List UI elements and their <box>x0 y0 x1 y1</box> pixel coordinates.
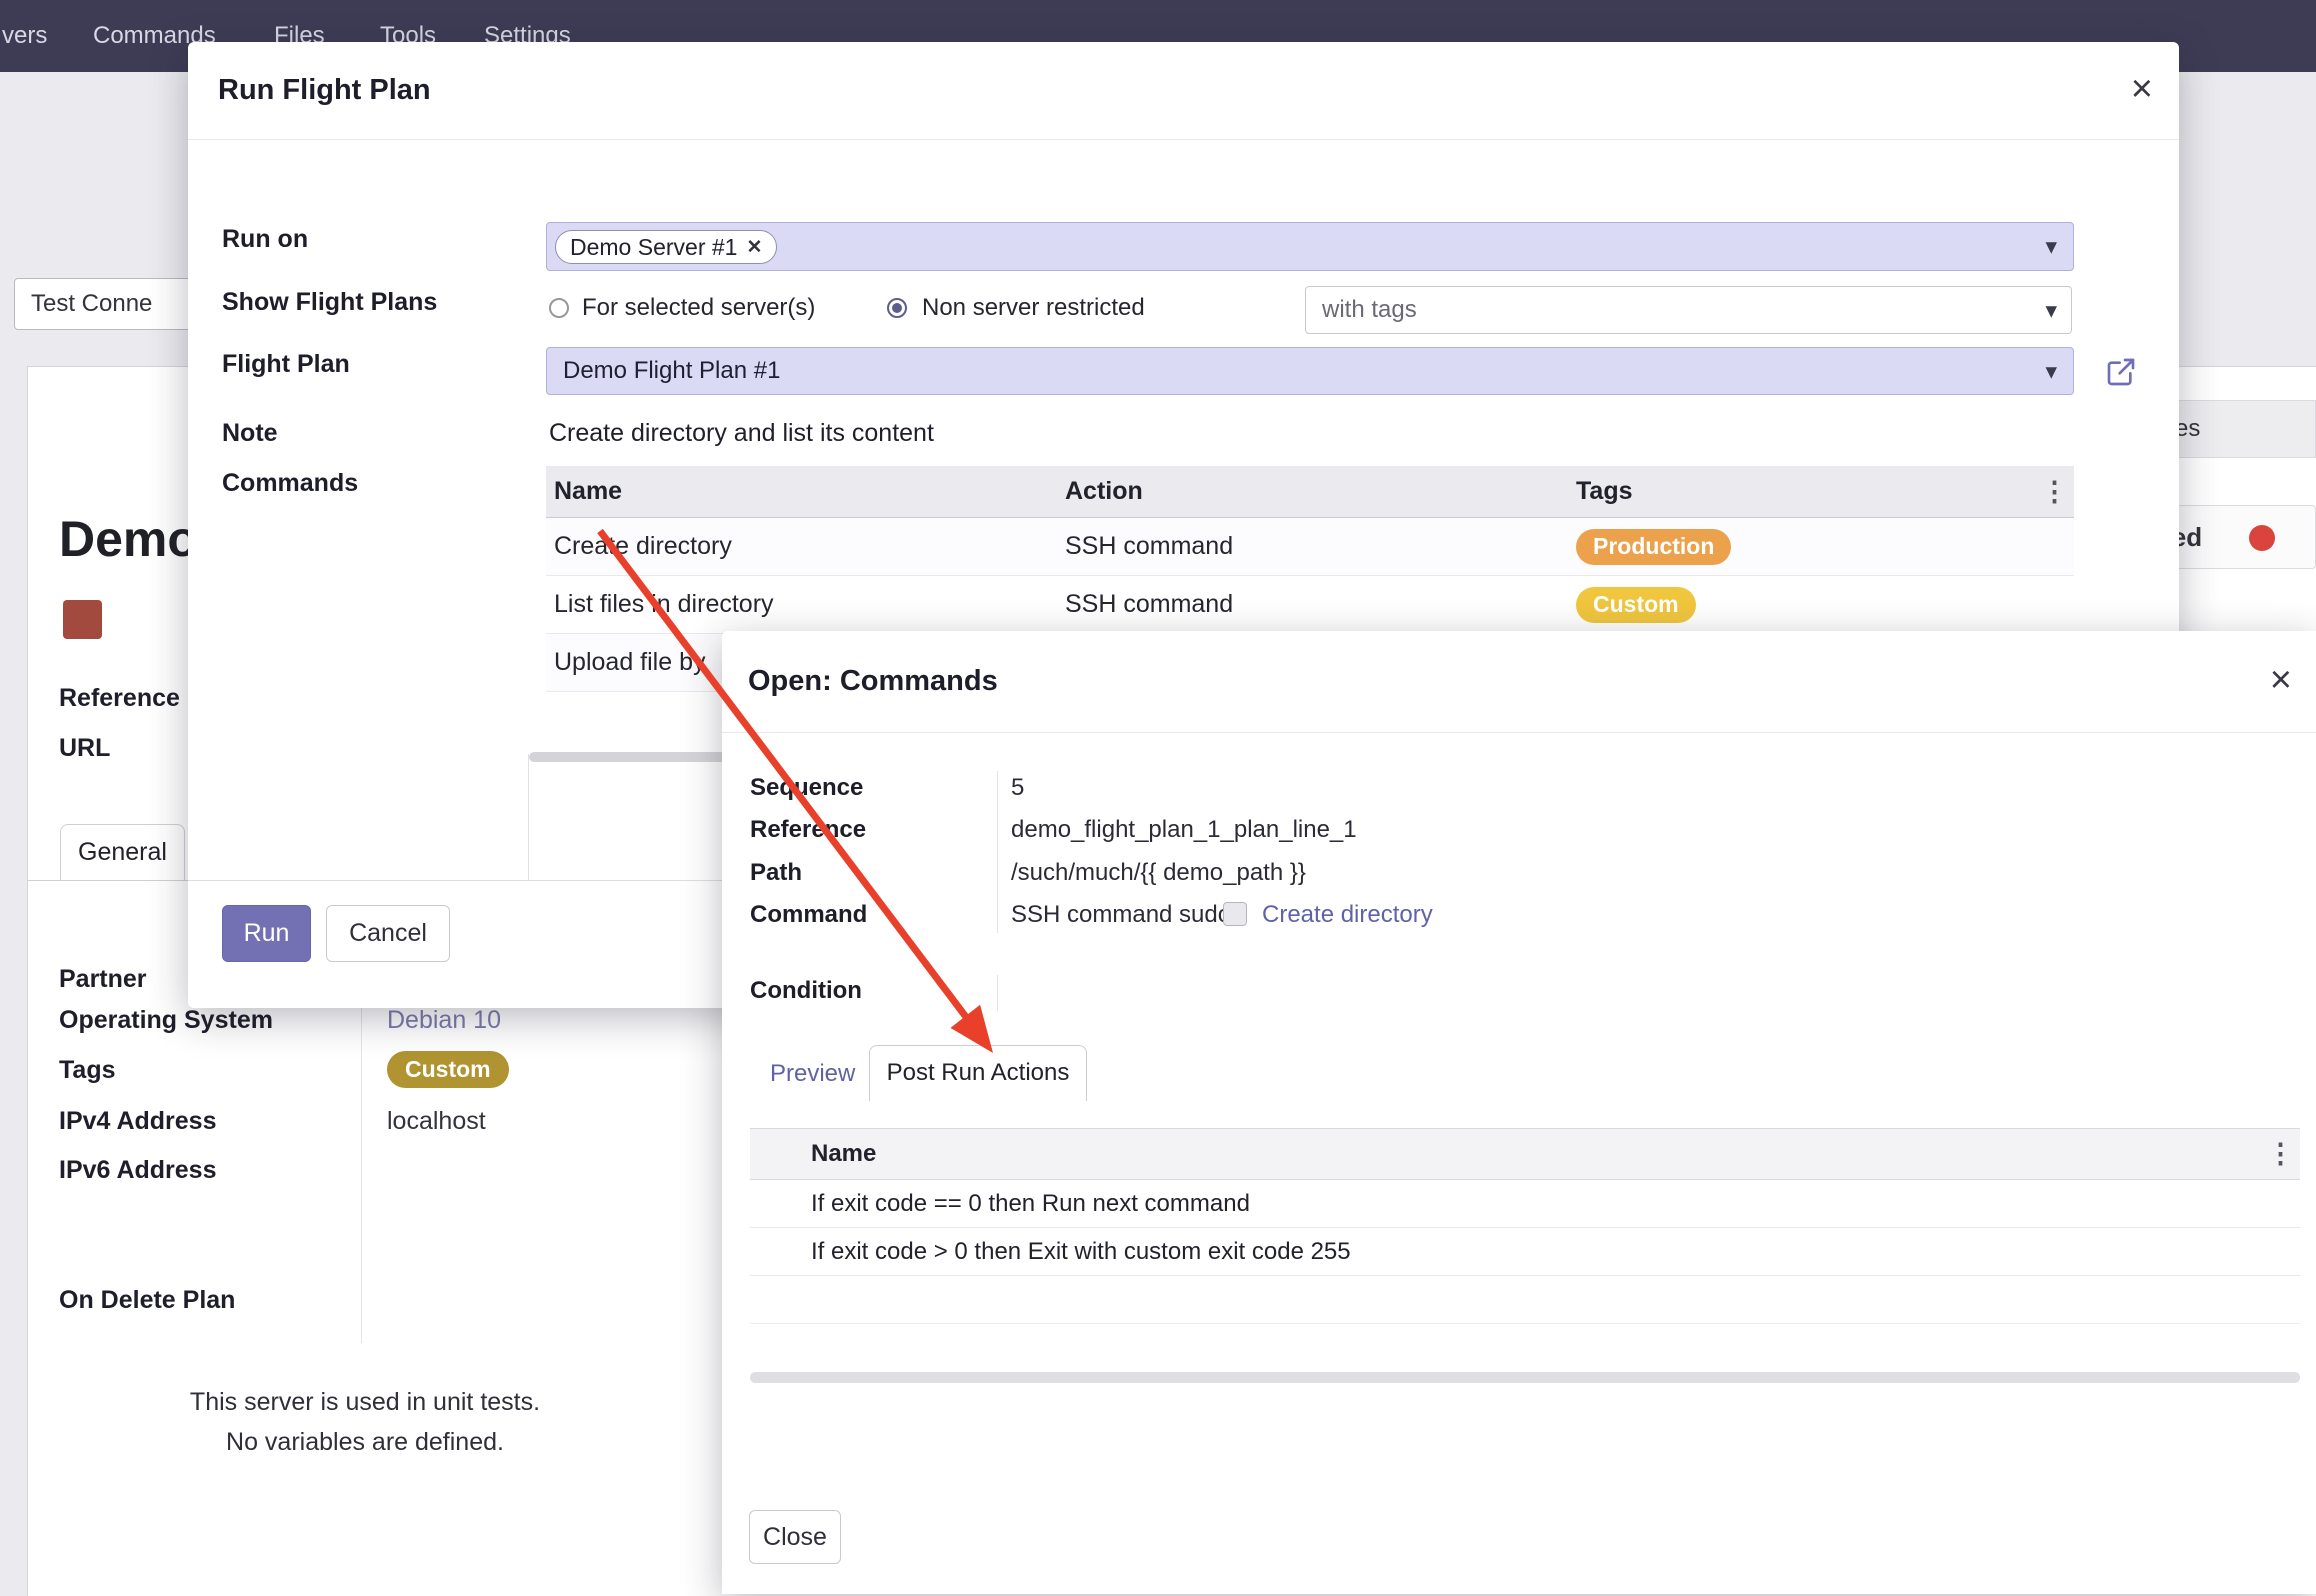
modal-header: Run Flight Plan × <box>188 42 2179 140</box>
modal-title: Open: Commands <box>748 631 998 731</box>
chevron-down-icon[interactable]: ▾ <box>2045 358 2057 385</box>
header-action: Action <box>1065 477 1576 506</box>
row-name: If exit code > 0 then Exit with custom e… <box>811 1238 1351 1266</box>
kebab-menu-icon[interactable]: ⋮ <box>2041 476 2068 507</box>
row-tags: Custom <box>1576 587 2074 623</box>
reference-label: Reference <box>750 816 866 844</box>
path-value: /such/much/{{ demo_path }} <box>1011 859 1306 887</box>
tab-preview[interactable]: Preview <box>770 1060 855 1088</box>
post-run-actions-table: Name ⋮ If exit code == 0 then Run next c… <box>750 1128 2300 1324</box>
show-flight-plans-label: Show Flight Plans <box>222 288 437 317</box>
chip-remove-icon[interactable]: ✕ <box>746 236 762 259</box>
field-separator <box>997 771 998 933</box>
field-separator <box>997 975 998 1011</box>
table-row[interactable]: If exit code == 0 then Run next command <box>750 1180 2300 1228</box>
partner-label: Partner <box>59 965 147 994</box>
tag-badge-custom: Custom <box>387 1051 509 1088</box>
header-name: Name <box>811 1129 876 1179</box>
table-row[interactable]: If exit code > 0 then Exit with custom e… <box>750 1228 2300 1276</box>
modal-title: Run Flight Plan <box>218 42 431 138</box>
with-tags-select[interactable]: with tags ▾ <box>1305 286 2072 334</box>
run-button[interactable]: Run <box>222 905 311 962</box>
sequence-value: 5 <box>1011 774 1024 802</box>
header-tags: Tags <box>1576 477 2074 506</box>
unit-test-note: This server is used in unit tests. No va… <box>150 1382 580 1462</box>
command-label: Command <box>750 901 867 929</box>
kebab-menu-icon[interactable]: ⋮ <box>2267 1139 2294 1170</box>
flight-plan-value: Demo Flight Plan #1 <box>563 348 780 394</box>
close-icon[interactable]: × <box>2131 70 2153 108</box>
ipv4-label: IPv4 Address <box>59 1107 216 1136</box>
row-name: Create directory <box>546 532 1065 561</box>
sequence-label: Sequence <box>750 774 863 802</box>
condition-label: Condition <box>750 977 862 1005</box>
server-chip-label: Demo Server #1 <box>570 234 737 261</box>
external-link-icon[interactable] <box>2105 356 2137 388</box>
server-chip: Demo Server #1 ✕ <box>555 230 777 264</box>
radio-non-server-restricted[interactable] <box>887 298 907 318</box>
run-on-server-select[interactable]: Demo Server #1 ✕ ▾ <box>546 222 2074 271</box>
commands-table-header: Name Action Tags ⋮ <box>546 466 2074 518</box>
ipv6-label: IPv6 Address <box>59 1156 216 1185</box>
column-separator <box>528 754 529 880</box>
radio-for-selected-servers[interactable] <box>549 298 569 318</box>
open-commands-modal: Open: Commands × Sequence 5 Reference de… <box>722 631 2316 1594</box>
os-label: Operating System <box>59 1006 273 1035</box>
row-action: SSH command <box>1065 590 1576 619</box>
note-label: Note <box>222 419 278 448</box>
field-separator <box>361 963 362 1343</box>
table-row-empty <box>750 1276 2300 1324</box>
chevron-down-icon[interactable]: ▾ <box>2045 233 2057 260</box>
modal-header: Open: Commands × <box>722 631 2316 733</box>
table-row[interactable]: List files in directory SSH command Cust… <box>546 576 2074 634</box>
plan-description: Create directory and list its content <box>549 419 934 448</box>
radio-for-selected-servers-label[interactable]: For selected server(s) <box>582 294 815 322</box>
create-directory-link[interactable]: Create directory <box>1262 901 1433 929</box>
tab-post-run-actions[interactable]: Post Run Actions <box>869 1045 1087 1101</box>
status-dot-icon <box>2249 525 2275 551</box>
commands-label: Commands <box>222 469 358 498</box>
horizontal-scrollbar[interactable] <box>750 1372 2300 1383</box>
run-on-label: Run on <box>222 225 308 254</box>
row-tags: Production <box>1576 529 2074 565</box>
flight-plan-select[interactable]: Demo Flight Plan #1 ▾ <box>546 347 2074 395</box>
flight-plan-label: Flight Plan <box>222 350 350 379</box>
tags-label: Tags <box>59 1056 116 1085</box>
header-name: Name <box>546 477 1065 506</box>
table-header: Name ⋮ <box>750 1128 2300 1180</box>
server-name-heading: Demo <box>59 510 198 568</box>
test-connection-button[interactable]: Test Conne <box>14 278 192 330</box>
tag-badge-production: Production <box>1576 529 1731 565</box>
on-delete-plan-label: On Delete Plan <box>59 1286 235 1315</box>
close-button[interactable]: Close <box>749 1510 841 1564</box>
nav-item-servers[interactable]: vers <box>2 0 47 72</box>
radio-non-server-restricted-label[interactable]: Non server restricted <box>922 294 1145 322</box>
reference-label: Reference <box>59 684 180 713</box>
tab-general[interactable]: General <box>60 824 185 881</box>
command-value: SSH command sudo <box>1011 901 1231 929</box>
table-row[interactable]: Create directory SSH command Production <box>546 518 2074 576</box>
path-label: Path <box>750 859 802 887</box>
unit-test-note-line2: No variables are defined. <box>150 1422 580 1462</box>
cancel-button[interactable]: Cancel <box>326 905 450 962</box>
ipv4-value: localhost <box>387 1107 486 1136</box>
chevron-down-icon[interactable]: ▾ <box>2045 297 2057 324</box>
close-icon[interactable]: × <box>2270 661 2292 699</box>
row-action: SSH command <box>1065 532 1576 561</box>
screen: vers Commands Files Tools Settings Test … <box>0 0 2316 1596</box>
color-swatch[interactable] <box>63 600 102 639</box>
url-label: URL <box>59 734 110 763</box>
reference-value: demo_flight_plan_1_plan_line_1 <box>1011 816 1357 844</box>
os-value-link[interactable]: Debian 10 <box>387 1006 501 1035</box>
row-name: List files in directory <box>546 590 1065 619</box>
row-name: If exit code == 0 then Run next command <box>811 1190 1250 1218</box>
unit-test-note-line1: This server is used in unit tests. <box>150 1382 580 1422</box>
tag-badge-custom: Custom <box>1576 587 1696 623</box>
create-directory-checkbox[interactable] <box>1223 902 1247 926</box>
with-tags-value: with tags <box>1322 287 1417 333</box>
